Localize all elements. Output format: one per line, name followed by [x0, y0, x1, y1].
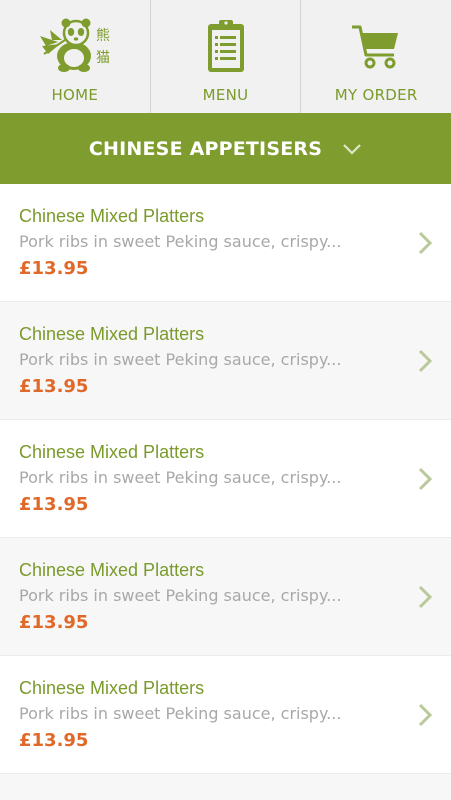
menu-item[interactable]: Chinese Mixed Platters Pork ribs in swee… [0, 302, 451, 420]
menu-item[interactable]: Chinese Mixed Platters Pork ribs in swee… [0, 656, 451, 774]
item-name: Chinese Mixed Platters [19, 206, 205, 226]
shopping-cart-icon [350, 14, 402, 78]
chevron-down-icon [342, 143, 362, 155]
item-description: Pork ribs in sweet Peking sauce, crispy.… [19, 468, 342, 487]
menu-item-list: Chinese Mixed Platters Pork ribs in swee… [0, 184, 451, 774]
top-navigation: 熊 猫 HOME MENU MY ORDER [0, 0, 451, 113]
item-price: £13.95 [19, 376, 89, 397]
item-price: £13.95 [19, 730, 89, 751]
logo-char-1: 熊 [96, 28, 110, 44]
item-name: Chinese Mixed Platters [19, 324, 205, 344]
item-description: Pork ribs in sweet Peking sauce, crispy.… [19, 704, 342, 723]
app-root: 熊 猫 HOME MENU MY ORDER CHINESE APPETISER… [0, 0, 451, 800]
clipboard-icon [206, 14, 246, 78]
logo-char-2: 猫 [96, 50, 110, 66]
item-description: Pork ribs in sweet Peking sauce, crispy.… [19, 232, 342, 251]
item-description: Pork ribs in sweet Peking sauce, crispy.… [19, 350, 342, 369]
chevron-right-icon [418, 703, 433, 727]
panda-logo-icon: 熊 猫 [36, 14, 114, 78]
chevron-right-icon [418, 467, 433, 491]
chevron-right-icon [418, 231, 433, 255]
item-price: £13.95 [19, 258, 89, 279]
item-description: Pork ribs in sweet Peking sauce, crispy.… [19, 586, 342, 605]
item-price: £13.95 [19, 612, 89, 633]
nav-menu-label: MENU [202, 86, 249, 104]
nav-my-order-label: MY ORDER [334, 86, 418, 104]
item-name: Chinese Mixed Platters [19, 678, 205, 698]
category-title: CHINESE APPETISERS [88, 137, 323, 160]
item-name: Chinese Mixed Platters [19, 560, 205, 580]
category-selector[interactable]: CHINESE APPETISERS [0, 113, 451, 184]
chevron-right-icon [418, 349, 433, 373]
chevron-right-icon [418, 585, 433, 609]
nav-menu[interactable]: MENU [151, 0, 302, 113]
menu-item[interactable]: Chinese Mixed Platters Pork ribs in swee… [0, 420, 451, 538]
menu-item[interactable]: Chinese Mixed Platters Pork ribs in swee… [0, 184, 451, 302]
nav-home-label: HOME [51, 86, 99, 104]
nav-home[interactable]: 熊 猫 HOME [0, 0, 151, 113]
menu-item[interactable]: Chinese Mixed Platters Pork ribs in swee… [0, 538, 451, 656]
item-name: Chinese Mixed Platters [19, 442, 205, 462]
nav-my-order[interactable]: MY ORDER [301, 0, 451, 113]
item-price: £13.95 [19, 494, 89, 515]
